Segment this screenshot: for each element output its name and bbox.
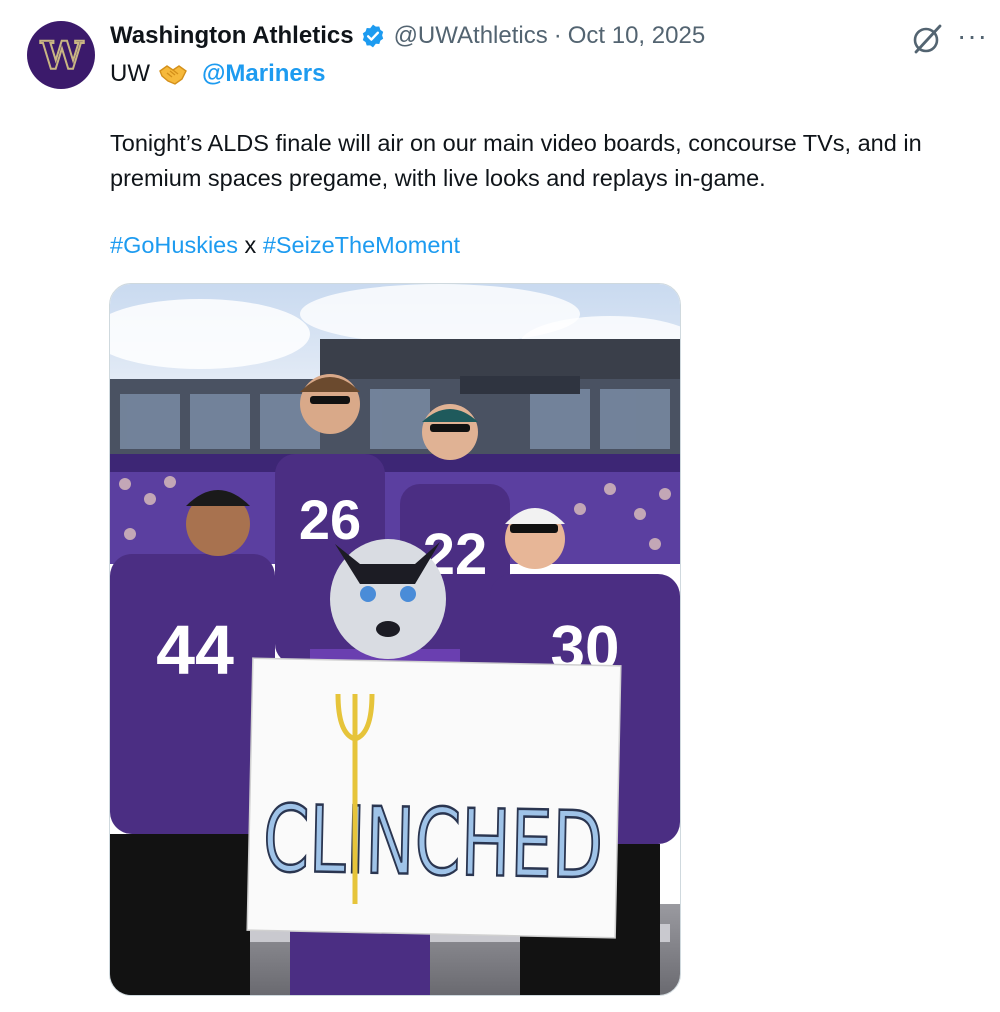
subline-prefix: UW [110,60,150,87]
hashtag-line: #GoHuskies x #SeizeTheMoment [110,229,460,261]
verified-badge-icon [362,24,383,48]
hashtag-seizethemoment[interactable]: #SeizeTheMoment [263,232,460,258]
jersey-number-44: 44 [156,611,234,689]
grok-icon[interactable] [910,22,944,56]
avatar-logo-letter: W [40,32,85,79]
tweet-photo[interactable]: 26 22 44 30 CLINCHED [109,283,681,996]
more-options-icon[interactable]: ··· [957,20,988,52]
hashtag-gohuskies[interactable]: #GoHuskies [110,232,238,258]
author-name[interactable]: Washington Athletics [110,22,354,50]
author-avatar[interactable]: W [27,21,95,89]
sign-text: CLINCHED [262,785,604,899]
author-handle[interactable]: @UWAthletics [394,22,548,50]
tweet-date[interactable]: Oct 10, 2025 [568,22,705,50]
separator-dot: · [553,22,562,49]
hashtag-joiner: x [238,232,263,258]
tweet-subline: UW @Mariners [110,60,325,88]
tweet-header: Washington Athletics @UWAthletics · Oct … [110,22,705,50]
tweet-text: Tonight’s ALDS finale will air on our ma… [110,130,922,191]
mention-link[interactable]: @Mariners [202,60,325,88]
handshake-icon [159,65,187,85]
jersey-number-26: 26 [299,488,361,551]
photo-scene: 26 22 44 30 CLINCHED [110,284,680,995]
